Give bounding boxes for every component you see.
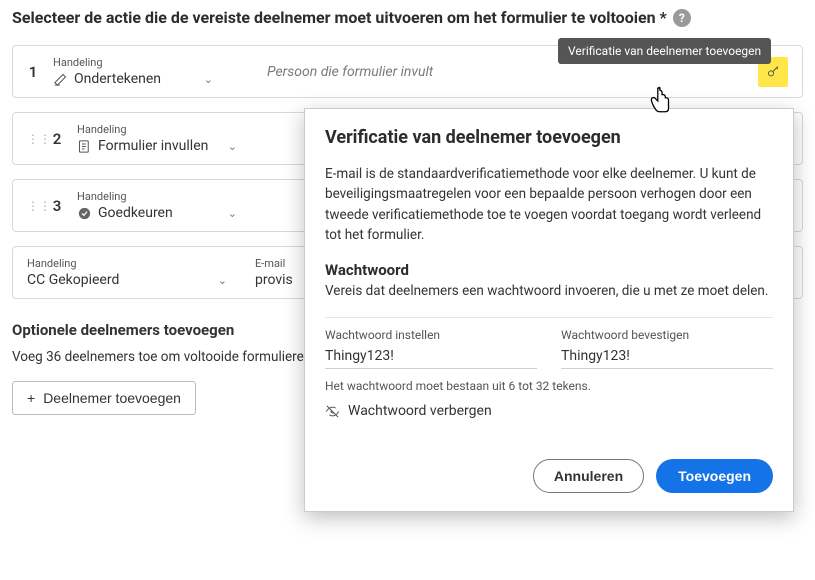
page-title: Selecteer de actie die de vereiste deeln… [12, 8, 803, 27]
action-select-sign[interactable]: Ondertekenen ⌄ [53, 71, 213, 87]
action-label: Handeling [53, 56, 213, 69]
action-group: Handeling Ondertekenen ⌄ [53, 56, 213, 87]
password-confirm-input[interactable]: Thingy123! [561, 348, 773, 369]
password-set-input[interactable]: Thingy123! [325, 348, 537, 369]
chevron-down-icon: ⌄ [228, 140, 237, 153]
modal-footer: Annuleren Toevoegen [325, 459, 773, 493]
password-confirm-label: Wachtwoord bevestigen [561, 328, 773, 342]
email-value: provis [255, 272, 293, 288]
action-group: Handeling CC Gekopieerd ⌄ [27, 257, 227, 288]
divider [325, 317, 773, 318]
password-fields: Wachtwoord instellen Thingy123! Wachtwoo… [325, 328, 773, 369]
action-label: Handeling [77, 190, 237, 203]
action-value: Ondertekenen [74, 71, 161, 87]
plus-icon: + [27, 390, 35, 406]
action-select-fill[interactable]: Formulier invullen ⌄ [77, 138, 237, 154]
chevron-down-icon: ⌄ [204, 73, 213, 86]
action-value: Formulier invullen [98, 138, 208, 154]
action-value: Goedkeuren [98, 205, 173, 221]
row-number: 2 [51, 130, 63, 148]
help-icon[interactable]: ? [673, 9, 691, 27]
password-hint: Het wachtwoord moet bestaan uit 6 tot 32… [325, 379, 773, 393]
approve-icon [77, 206, 92, 221]
password-set-label: Wachtwoord instellen [325, 328, 537, 342]
eye-off-icon [325, 404, 340, 419]
action-group: Handeling Goedkeuren ⌄ [77, 190, 237, 221]
submit-button[interactable]: Toevoegen [656, 459, 773, 493]
row-number: 1 [27, 63, 39, 81]
drag-handle-icon[interactable]: ⋮⋮ [27, 133, 37, 145]
add-participant-button[interactable]: + Deelnemer toevoegen [12, 381, 196, 415]
chevron-down-icon: ⌄ [228, 207, 237, 220]
person-placeholder[interactable]: Persoon die formulier invult [267, 64, 433, 80]
action-label: Handeling [77, 123, 237, 136]
row-number: 3 [51, 197, 63, 215]
action-select-approve[interactable]: Goedkeuren ⌄ [77, 205, 237, 221]
action-label: Handeling [27, 257, 227, 270]
password-confirm-group: Wachtwoord bevestigen Thingy123! [561, 328, 773, 369]
action-group: Handeling Formulier invullen ⌄ [77, 123, 237, 154]
sign-icon [53, 72, 68, 87]
modal-description: E-mail is de standaardverificatiemethode… [325, 164, 773, 245]
verification-tooltip: Verificatie van deelnemer toevoegen [558, 38, 771, 64]
key-icon [766, 64, 781, 79]
hide-password-label: Wachtwoord verbergen [348, 403, 492, 419]
chevron-down-icon: ⌄ [218, 274, 227, 287]
modal-title: Verificatie van deelnemer toevoegen [325, 127, 773, 148]
hide-password-toggle[interactable]: Wachtwoord verbergen [325, 403, 773, 419]
cancel-button[interactable]: Annuleren [533, 459, 644, 493]
password-heading: Wachtwoord [325, 261, 773, 279]
password-set-group: Wachtwoord instellen Thingy123! [325, 328, 537, 369]
page-title-text: Selecteer de actie die de vereiste deeln… [12, 8, 667, 27]
drag-handle-icon[interactable]: ⋮⋮ [27, 200, 37, 212]
add-participant-label: Deelnemer toevoegen [43, 390, 181, 406]
action-select-cc[interactable]: CC Gekopieerd ⌄ [27, 272, 227, 288]
form-fill-icon [77, 139, 92, 154]
verification-modal: Verificatie van deelnemer toevoegen E-ma… [304, 108, 794, 512]
password-description: Vereis dat deelnemers een wachtwoord inv… [325, 283, 773, 299]
action-value: CC Gekopieerd [27, 272, 119, 288]
